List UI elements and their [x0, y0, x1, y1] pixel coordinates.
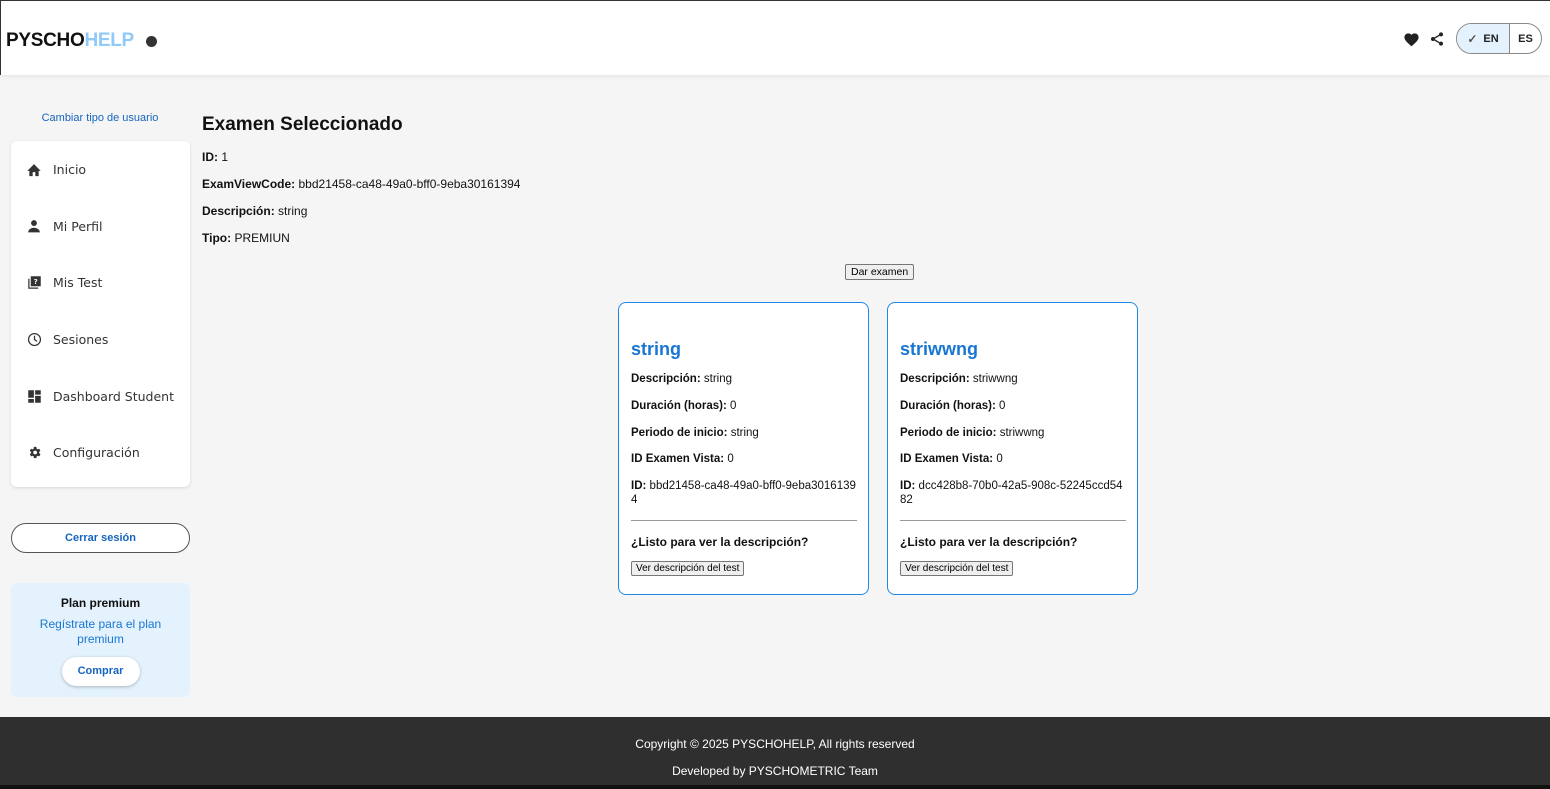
share-icon[interactable]: [1426, 28, 1448, 50]
sidebar-item-dashboard-student[interactable]: Dashboard Student: [11, 368, 190, 424]
desc-value: striwwng: [972, 373, 1018, 385]
view-id-value: 0: [727, 453, 734, 465]
lang-es-button[interactable]: ES: [1509, 24, 1541, 53]
start-label: Periodo de inicio:: [631, 427, 728, 439]
exam-id-label: ID:: [202, 150, 218, 164]
test-card: striwwng Descripción: striwwng Duración …: [887, 302, 1138, 595]
id-value: dcc428b8-70b0-42a5-908c-52245ccd5482: [900, 480, 1123, 506]
sidebar-item-inicio[interactable]: Inicio: [11, 141, 190, 197]
test-card-title: striwwng: [900, 339, 979, 359]
test-card-duration: Duración (horas): 0: [631, 399, 857, 413]
duration-value: 0: [730, 400, 737, 412]
quiz-icon: ?: [25, 273, 43, 291]
divider: [631, 520, 857, 521]
premium-title: Plan premium: [60, 596, 141, 610]
footer-bottom-bar: [0, 785, 1550, 789]
exam-code-line: ExamViewCode: bbd21458-ca48-49a0-bff0-9e…: [202, 177, 520, 191]
start-value: striwwng: [999, 427, 1045, 439]
copyright-text: Copyright © 2025 PYSCHOHELP, All rights …: [635, 737, 915, 751]
home-icon: [25, 160, 43, 178]
start-value: string: [730, 427, 759, 439]
duration-value: 0: [999, 400, 1006, 412]
id-label: ID:: [631, 480, 647, 492]
duration-label: Duración (horas):: [631, 400, 727, 412]
exam-desc-label: Descripción:: [202, 204, 275, 218]
sidebar-item-mi-perfil[interactable]: Mi Perfil: [11, 198, 190, 254]
exam-id-line: ID: 1: [202, 150, 228, 164]
developed-by-text: Developed by PYSCHOMETRIC Team: [672, 764, 878, 778]
exam-type-line: Tipo: PREMIUN: [202, 231, 290, 245]
id-label: ID:: [900, 480, 916, 492]
heart-icon[interactable]: [1400, 28, 1422, 50]
start-label: Periodo de inicio:: [900, 427, 997, 439]
dashboard-icon: [25, 387, 43, 405]
app-logo[interactable]: PYSCHO HELP: [6, 30, 157, 52]
language-toggle: ✓ EN ES: [1456, 23, 1542, 54]
view-id-value: 0: [996, 453, 1003, 465]
test-card-id: ID: dcc428b8-70b0-42a5-908c-52245ccd5482: [900, 479, 1126, 507]
view-description-button[interactable]: Ver descripción del test: [900, 561, 1014, 576]
sidebar-item-mis-test[interactable]: ? Mis Test: [11, 254, 190, 310]
exam-code-label: ExamViewCode:: [202, 177, 296, 191]
sidebar-item-label: Mis Test: [53, 274, 103, 290]
test-card-question: ¿Listo para ver la descripción?: [900, 535, 1078, 549]
desc-value: string: [703, 373, 732, 385]
view-id-label: ID Examen Vista:: [900, 453, 994, 465]
sidebar-item-label: Sesiones: [53, 331, 109, 347]
logout-button[interactable]: Cerrar sesión: [11, 523, 190, 553]
gear-icon: [25, 443, 43, 461]
exam-type-label: Tipo:: [202, 231, 232, 245]
clock-icon: [25, 330, 43, 348]
logo-text-part2: HELP: [84, 30, 134, 51]
test-card-id: ID: bbd21458-ca48-49a0-bff0-9eba30161394: [631, 479, 857, 507]
sidebar-item-configuracion[interactable]: Configuración: [11, 424, 190, 480]
exam-desc-line: Descripción: string: [202, 204, 307, 218]
test-card-view-id: ID Examen Vista: 0: [900, 452, 1126, 466]
premium-register-link[interactable]: Regístrate para el plan premium: [29, 617, 172, 647]
exam-code-value: bbd21458-ca48-49a0-bff0-9eba30161394: [298, 177, 521, 191]
test-card-title: string: [631, 339, 682, 359]
premium-plan-card: Plan premium Regístrate para el plan pre…: [11, 583, 190, 697]
divider: [900, 520, 1126, 521]
app-footer: Copyright © 2025 PYSCHOHELP, All rights …: [0, 717, 1550, 789]
desc-label: Descripción:: [900, 373, 970, 385]
id-value: bbd21458-ca48-49a0-bff0-9eba30161394: [631, 480, 856, 506]
view-description-button[interactable]: Ver descripción del test: [631, 561, 745, 576]
take-exam-button[interactable]: Dar examen: [845, 264, 915, 280]
exam-desc-value: string: [278, 204, 308, 218]
lang-en-button[interactable]: ✓ EN: [1457, 24, 1509, 53]
test-card: string Descripción: string Duración (hor…: [618, 302, 869, 595]
test-card-view-id: ID Examen Vista: 0: [631, 452, 857, 466]
svg-text:?: ?: [33, 277, 37, 285]
exam-id-value: 1: [221, 150, 229, 164]
exam-type-value: PREMIUN: [234, 231, 290, 245]
sidebar-item-label: Dashboard Student: [53, 388, 174, 404]
test-card-desc: Descripción: string: [631, 372, 857, 386]
duration-label: Duración (horas):: [900, 400, 996, 412]
test-card-start: Periodo de inicio: striwwng: [900, 426, 1126, 440]
sidebar-item-label: Mi Perfil: [53, 218, 103, 234]
buy-premium-button[interactable]: Comprar: [61, 657, 140, 686]
sidebar-item-label: Inicio: [53, 161, 87, 177]
lang-en-label: EN: [1483, 32, 1499, 45]
change-user-type-link[interactable]: Cambiar tipo de usuario: [10, 112, 190, 124]
desc-label: Descripción:: [631, 373, 701, 385]
app-header: PYSCHO HELP ✓ EN ES: [0, 0, 1550, 75]
logo-text-part1: PYSCHO: [6, 30, 85, 51]
page-title: Examen Seleccionado: [202, 114, 403, 135]
test-card-desc: Descripción: striwwng: [900, 372, 1126, 386]
theme-toggle-dot[interactable]: [145, 35, 157, 47]
view-id-label: ID Examen Vista:: [631, 453, 725, 465]
test-card-question: ¿Listo para ver la descripción?: [631, 535, 809, 549]
test-card-duration: Duración (horas): 0: [900, 399, 1126, 413]
check-icon: ✓: [1467, 31, 1478, 46]
sidebar-item-sesiones[interactable]: Sesiones: [11, 311, 190, 367]
header-actions: ✓ EN ES: [1400, 23, 1542, 54]
test-card-start: Periodo de inicio: string: [631, 426, 857, 440]
sidebar-nav: Inicio Mi Perfil ? Mis Test Sesiones Das…: [11, 141, 190, 487]
sidebar-item-label: Configuración: [53, 444, 140, 460]
person-icon: [25, 217, 43, 235]
